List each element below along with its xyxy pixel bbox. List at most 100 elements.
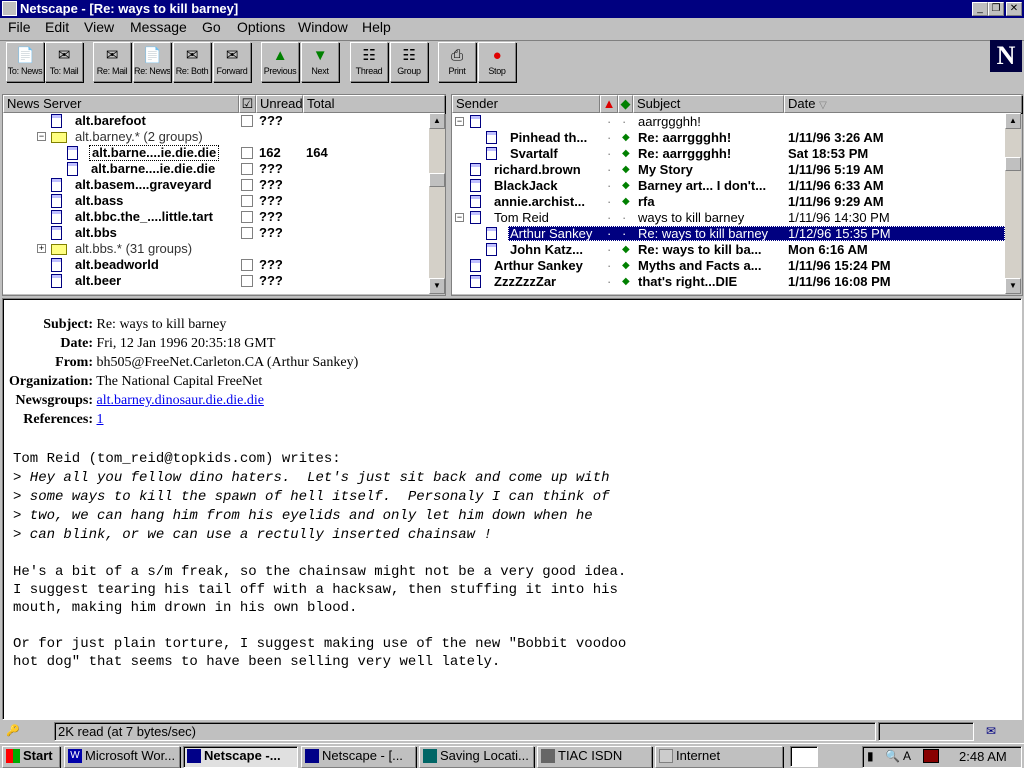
stop-button[interactable]: ● Stop	[478, 42, 516, 82]
message-list-scrollbar[interactable]: ▲ ▼	[1005, 113, 1021, 294]
tray-icon[interactable]	[923, 749, 939, 763]
newsgroup-row[interactable]: alt.barefoot???	[3, 113, 429, 129]
task-internet[interactable]: Internet	[655, 746, 783, 768]
flag-dot[interactable]: ·	[607, 274, 611, 290]
subscribe-checkbox[interactable]	[241, 115, 253, 127]
col-read-check[interactable]: ☑	[239, 95, 256, 113]
task-tiac-isdn[interactable]: TIAC ISDN	[537, 746, 652, 768]
group-button[interactable]: ☷ Group	[390, 42, 428, 82]
message-list[interactable]: − · · aarrggghh! Pinhead th... · ◆ Re: aarrgggh…	[452, 113, 1005, 294]
collapse-icon[interactable]: −	[37, 132, 46, 141]
newsgroup-row[interactable]: alt.basem....graveyard???	[3, 177, 429, 193]
tray-icon[interactable]: 🔍	[885, 749, 900, 763]
flag-dot[interactable]: ·	[607, 130, 611, 146]
close-button[interactable]: ✕	[1006, 2, 1022, 16]
newsgroup-row[interactable]: + alt.bbs.* (31 groups)	[3, 241, 429, 257]
message-row[interactable]: BlackJack · ◆ Barney art... I don't... 1/11/…	[452, 178, 1005, 194]
expand-icon[interactable]: +	[37, 244, 46, 253]
restore-button[interactable]: ❐	[988, 2, 1004, 16]
newsgroup-row[interactable]: alt.beer???	[3, 273, 429, 289]
flag-dot[interactable]: ·	[607, 258, 611, 274]
netscape-logo[interactable]: N	[990, 40, 1022, 72]
unread-marker-icon[interactable]: ◆	[622, 162, 630, 178]
col-total[interactable]: Total	[303, 95, 445, 113]
to-news-button[interactable]: 📄 To: News	[6, 42, 44, 82]
news-server-scrollbar[interactable]: ▲ ▼	[429, 113, 445, 294]
col-flag[interactable]: ▲	[600, 95, 618, 113]
menu-view[interactable]: View	[84, 19, 114, 35]
menu-file[interactable]: File	[8, 19, 31, 35]
start-button[interactable]: Start	[2, 746, 60, 768]
scroll-down-button[interactable]: ▼	[1005, 278, 1021, 294]
mail-icon[interactable]: ✉	[986, 724, 996, 738]
subscribe-checkbox[interactable]	[241, 275, 253, 287]
title-bar[interactable]: Netscape - [Re: ways to kill barney] _ ❐…	[0, 0, 1024, 18]
collapse-icon[interactable]: −	[455, 213, 464, 222]
next-button[interactable]: ▼ Next	[301, 42, 339, 82]
flag-dot[interactable]: ·	[607, 162, 611, 178]
news-server-list[interactable]: alt.barefoot??? − alt.barney.* (2 groups) a…	[3, 113, 429, 294]
message-row[interactable]: Arthur Sankey · ◆ Myths and Facts a... 1/11/…	[452, 258, 1005, 274]
scroll-thumb[interactable]	[429, 173, 445, 187]
flag-dot[interactable]: ·	[607, 178, 611, 194]
unread-marker-icon[interactable]: ◆	[622, 130, 630, 146]
subscribe-checkbox[interactable]	[241, 211, 253, 223]
reply-mail-button[interactable]: ✉ Re: Mail	[93, 42, 131, 82]
menu-go[interactable]: Go	[202, 19, 221, 35]
previous-button[interactable]: ▲ Previous	[261, 42, 299, 82]
scroll-up-button[interactable]: ▲	[1005, 113, 1021, 129]
subscribe-checkbox[interactable]	[241, 227, 253, 239]
minimize-button[interactable]: _	[972, 2, 988, 16]
menu-edit[interactable]: Edit	[45, 19, 69, 35]
task-netscape-2[interactable]: Netscape - [...	[301, 746, 416, 768]
unread-marker-icon[interactable]: ◆	[622, 178, 630, 194]
message-view[interactable]: Subject: Re: ways to kill barney Date: F…	[2, 298, 1022, 720]
newsgroup-link[interactable]: alt.barney.dinosaur.die.die.die	[97, 393, 264, 408]
message-row[interactable]: richard.brown · ◆ My Story 1/11/96 5:19 AM	[452, 162, 1005, 178]
unread-marker-icon[interactable]: ◆	[622, 146, 630, 162]
subscribe-checkbox[interactable]	[241, 259, 253, 271]
message-row[interactable]: − · · aarrggghh!	[452, 114, 1005, 130]
forward-button[interactable]: ✉ Forward	[213, 42, 251, 82]
flag-dot[interactable]: ·	[607, 114, 611, 130]
col-unread[interactable]: Unread	[256, 95, 303, 113]
unread-marker-icon[interactable]: ◆	[622, 258, 630, 274]
flag-dot[interactable]: ·	[607, 146, 611, 162]
flag-dot[interactable]: ·	[607, 210, 611, 226]
unread-marker-icon[interactable]: ◆	[622, 274, 630, 290]
subscribe-checkbox[interactable]	[241, 163, 253, 175]
subscribe-checkbox[interactable]	[241, 179, 253, 191]
collapse-icon[interactable]: −	[455, 117, 464, 126]
task-saving-location[interactable]: Saving Locati...	[419, 746, 534, 768]
to-mail-button[interactable]: ✉ To: Mail	[45, 42, 83, 82]
tray-icon[interactable]: ▮	[867, 749, 874, 763]
col-news-server[interactable]: News Server	[3, 95, 239, 113]
col-subject[interactable]: Subject	[633, 95, 784, 113]
blank-task-box[interactable]	[790, 746, 818, 767]
newsgroup-row[interactable]: alt.bbc.the_....little.tart???	[3, 209, 429, 225]
menu-options[interactable]: Options	[237, 19, 285, 35]
newsgroup-row[interactable]: alt.barne....ie.die.die 162 164	[3, 145, 429, 161]
task-netscape-active[interactable]: Netscape -...	[183, 746, 298, 768]
scroll-thumb[interactable]	[1005, 157, 1021, 171]
menu-help[interactable]: Help	[362, 19, 391, 35]
print-button[interactable]: ⎙ Print	[438, 42, 476, 82]
app-icon[interactable]	[2, 1, 17, 16]
flag-dot[interactable]: ·	[607, 226, 611, 242]
col-read[interactable]: ◆	[618, 95, 633, 113]
newsgroup-row[interactable]: − alt.barney.* (2 groups)	[3, 129, 429, 145]
newsgroup-row[interactable]: alt.bass???	[3, 193, 429, 209]
thread-button[interactable]: ☷ Thread	[350, 42, 388, 82]
menu-window[interactable]: Window	[298, 19, 348, 35]
reference-link[interactable]: 1	[97, 412, 104, 427]
message-row[interactable]: Pinhead th... · ◆ Re: aarrggghh! 1/11/96 3:2…	[452, 130, 1005, 146]
subscribe-checkbox[interactable]	[241, 195, 253, 207]
reply-both-button[interactable]: ✉ Re: Both	[173, 42, 211, 82]
newsgroup-row[interactable]: alt.bbs???	[3, 225, 429, 241]
message-row[interactable]: Svartalf · ◆ Re: aarrggghh! Sat 18:53 PM	[452, 146, 1005, 162]
col-date[interactable]: Date ▽	[784, 95, 1022, 113]
task-microsoft-word[interactable]: W Microsoft Wor...	[64, 746, 180, 768]
tray-icon[interactable]: A	[903, 749, 911, 763]
message-row[interactable]: − Tom Reid · · ways to kill barney 1/11/96 14…	[452, 210, 1005, 226]
newsgroup-row[interactable]: alt.beadworld???	[3, 257, 429, 273]
